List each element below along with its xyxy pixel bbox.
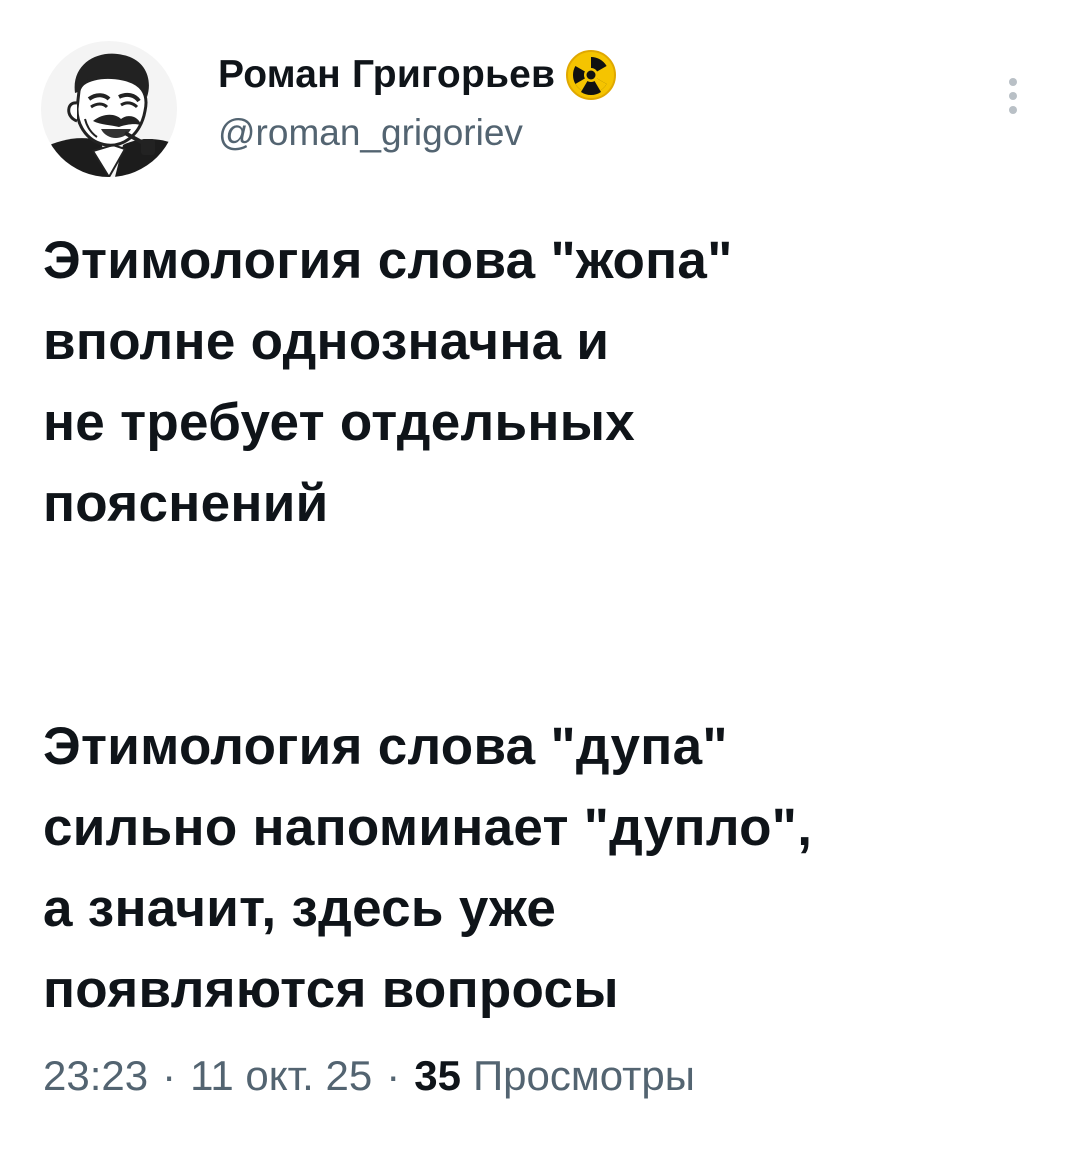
tweet-line: Этимология слова "дупа" [43, 717, 728, 776]
more-vertical-icon[interactable] [996, 70, 1030, 122]
tweet-text: Этимология слова "жопа" вполне однозначн… [43, 220, 1043, 1030]
tweet-line: сильно напоминает "дупло", [43, 798, 813, 857]
caricature-avatar-icon [41, 41, 177, 177]
tweet-line: Этимология слова "жопа" [43, 231, 733, 290]
tweet-line: вполне однозначна и [43, 312, 610, 371]
tweet-date[interactable]: 11 окт. 25 [190, 1052, 372, 1100]
tweet-card: Роман Григорьев @roman_grigoriev Этимоло… [0, 0, 1080, 1150]
author-name[interactable]: Роман Григорьев [218, 53, 555, 97]
more-dot [1009, 78, 1017, 86]
avatar[interactable] [41, 41, 177, 177]
tweet-line: а значит, здесь уже [43, 879, 557, 938]
tweet-line: появляются вопросы [43, 960, 619, 1019]
radioactive-icon [565, 49, 617, 101]
more-dot [1009, 106, 1017, 114]
author-name-row: Роман Григорьев [218, 50, 617, 100]
tweet-line: не требует отдельных [43, 393, 636, 452]
meta-separator: · [162, 1052, 177, 1099]
tweet-time[interactable]: 23:23 [43, 1052, 148, 1100]
meta-separator: · [386, 1052, 401, 1099]
views-label: Просмотры [472, 1052, 695, 1099]
more-dot [1009, 92, 1017, 100]
tweet-line: пояснений [43, 474, 329, 533]
author-handle[interactable]: @roman_grigoriev [218, 112, 523, 154]
tweet-meta: 23:23 · 11 окт. 25 · 35 Просмотры [43, 1052, 695, 1100]
views-count[interactable]: 35 [414, 1052, 461, 1100]
